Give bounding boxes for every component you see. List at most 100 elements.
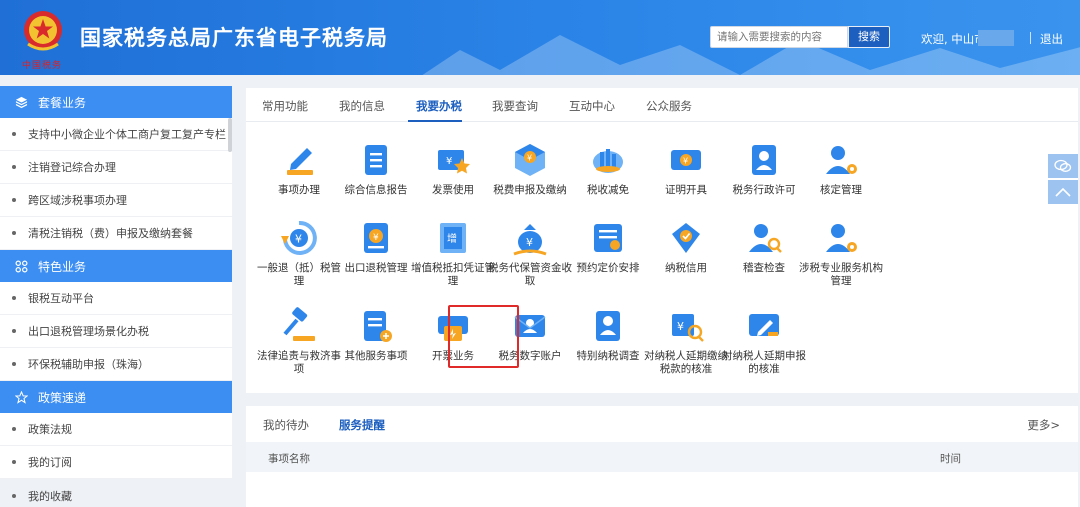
bullet [12,296,16,300]
sidebar-item-label: 我的收藏 [28,489,72,503]
sidebar-item[interactable]: 跨区域涉税事项办理 [0,184,232,217]
service-label: 法律追责与救济事项 [257,350,341,375]
svg-text:¥: ¥ [683,157,688,166]
service-item[interactable]: ¥ 一般退（抵）税管理 [256,218,342,288]
service-label: 税费申报及缴纳 [493,184,567,196]
sidebar-section-package[interactable]: 套餐业务 [0,86,232,118]
sidebar-item-label: 政策法规 [28,423,72,436]
sidebar-section-policy[interactable]: 政策速递 [0,381,232,413]
tab-interaction[interactable]: 互动中心 [569,98,615,114]
bullet [12,427,16,431]
tab-service-reminder[interactable]: 服务提醒 [339,417,385,433]
search-input[interactable] [710,26,848,48]
sidebar-scrollbar[interactable] [228,118,232,152]
sidebar-item[interactable]: 支持中小微企业个体工商户复工复产专栏 [0,118,232,151]
tab-public-service[interactable]: 公众服务 [646,98,692,114]
sidebar-item-label: 环保税辅助申报（珠海） [28,358,149,371]
service-item[interactable]: ¥ 证明开具 [643,140,729,197]
tab-query[interactable]: 我要查询 [492,98,538,114]
service-item[interactable]: ¥ 税务代保管资金收取 [487,218,573,288]
chat-icon[interactable] [1048,154,1078,178]
tab-common[interactable]: 常用功能 [262,98,308,114]
tab-my-todo[interactable]: 我的待办 [263,417,309,433]
sidebar-item[interactable]: 环保税辅助申报（珠海） [0,348,232,381]
sidebar-item[interactable]: 我的订阅 [0,446,232,479]
service-item[interactable]: ¥ 发票使用 [410,140,496,197]
site-title: 国家税务总局广东省电子税务局 [80,26,388,50]
service-label: 发票使用 [432,184,474,196]
service-item[interactable]: 其他服务事项 [333,306,419,363]
service-item[interactable]: 税收减免 [565,140,651,197]
sidebar-section-title: 套餐业务 [38,95,87,110]
service-item[interactable]: ¥ 出口退税管理 [333,218,419,275]
bullet [12,231,16,235]
agency-icon [826,224,857,252]
service-item[interactable]: 税务行政许可 [721,140,807,197]
sidebar-item-label: 我的订阅 [28,456,72,469]
service-label: 预约定价安排 [576,262,640,274]
service-item[interactable]: 事项办理 [256,140,342,197]
sidebar-item-label: 银税互动平台 [28,292,94,305]
more-link[interactable]: 更多> [1027,417,1060,433]
logout-link[interactable]: 退出 [1040,31,1063,47]
bullet [12,198,16,202]
gavel-icon [283,307,315,341]
investigation-icon [596,311,620,341]
service-item[interactable]: 特别纳税调查 [565,306,651,363]
highlight-box [448,305,519,368]
sidebar-item[interactable]: 政策法规 [0,413,232,446]
service-item[interactable]: 稽查检查 [721,218,807,275]
person-gear-icon [826,146,857,174]
service-label: 特别纳税调查 [576,350,640,362]
tab-tax-handling[interactable]: 我要办税 [416,98,462,114]
sidebar-item-label: 出口退税管理场景化办税 [28,325,149,338]
service-label: 对纳税人延期缴纳税款的核准 [644,350,728,375]
sidebar: 套餐业务 支持中小微企业个体工商户复工复产专栏 注销登记综合办理 跨区域涉税事项… [0,86,232,507]
credit-shield-icon [672,223,700,253]
refund-icon: ¥ [281,220,317,255]
sidebar-section-title: 特色业务 [38,259,87,274]
service-item[interactable]: 增增值税抵扣凭证管理 [410,218,496,288]
service-label: 税务行政许可 [732,184,796,196]
service-item[interactable]: 综合信息报告 [333,140,419,197]
other-service-icon [364,311,392,342]
svg-text:¥: ¥ [373,233,379,243]
sidebar-item[interactable]: 银税互动平台 [0,282,232,315]
service-item[interactable]: 核定管理 [798,140,884,197]
bullet [12,362,16,366]
service-item[interactable]: 对纳税人延期申报的核准 [721,306,807,376]
tax-box-icon: ¥ [515,144,545,176]
welcome-text: 欢迎, 中山市 [921,32,986,46]
tab-my-info[interactable]: 我的信息 [339,98,385,114]
grid-icon [14,259,28,273]
sidebar-item-label: 跨区域涉税事项办理 [28,194,127,207]
service-label: 证明开具 [665,184,707,196]
sidebar-item[interactable]: 出口退税管理场景化办税 [0,315,232,348]
service-item[interactable]: 纳税信用 [643,218,729,275]
emblem-caption: 中国税务 [22,61,63,71]
service-item[interactable]: 法律追责与救济事项 [256,306,342,376]
service-item[interactable]: ¥ 税费申报及缴纳 [487,140,573,197]
schedule-icon [594,224,622,252]
sidebar-section-featured[interactable]: 特色业务 [0,250,232,282]
vat-voucher-icon: 增 [440,223,466,253]
floating-tools [1048,154,1080,206]
sidebar-section-title: 政策速递 [38,390,87,405]
sidebar-item-label: 清税注销税（费）申报及缴纳套餐 [28,227,193,240]
table-header: 事项名称 时间 [246,442,1078,472]
bullet [12,493,16,498]
service-item[interactable]: ¥ 对纳税人延期缴纳税款的核准 [643,306,729,376]
masked-username [978,30,1014,46]
sidebar-item[interactable]: 我的收藏 [0,479,232,507]
search-button[interactable]: 搜索 [848,26,890,48]
svg-text:¥: ¥ [677,320,684,333]
back-to-top-icon[interactable] [1048,180,1078,204]
pen-icon [287,148,313,175]
service-item[interactable]: 预约定价安排 [565,218,651,275]
sidebar-item[interactable]: 注销登记综合办理 [0,151,232,184]
column-item-name: 事项名称 [268,453,310,465]
sidebar-item[interactable]: 清税注销税（费）申报及缴纳套餐 [0,217,232,250]
certificate-icon: ¥ [671,150,701,170]
service-item[interactable]: 涉税专业服务机构管理 [798,218,884,288]
defer-filing-icon [749,314,779,336]
